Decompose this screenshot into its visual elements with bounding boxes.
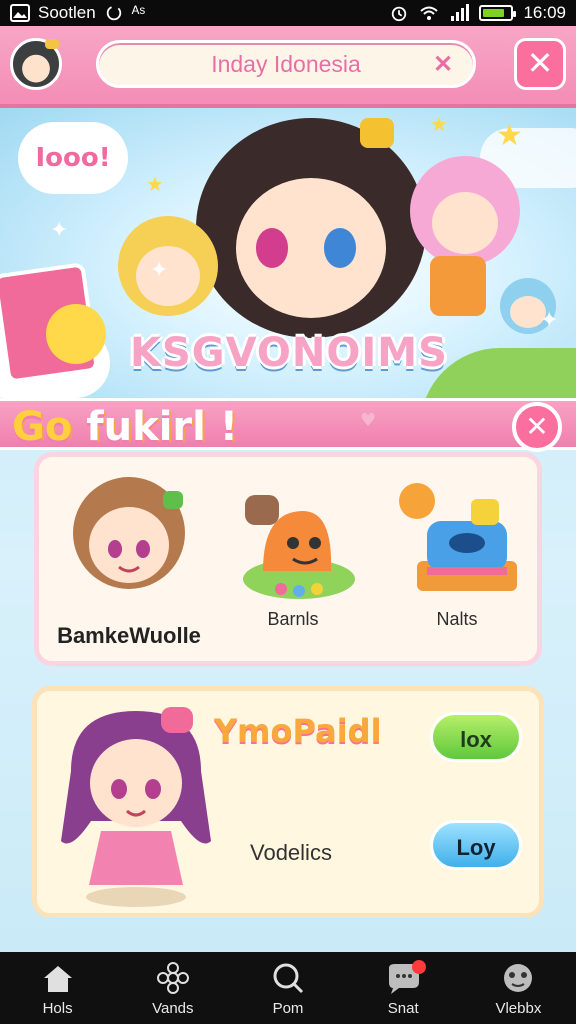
- wifi-icon: [420, 6, 439, 20]
- nav-label: Hols: [42, 1000, 73, 1017]
- nav-label: Vands: [152, 1000, 194, 1017]
- nav-item-chat[interactable]: Snat: [346, 952, 461, 1024]
- bow-icon: [45, 39, 59, 49]
- featured-subtitle: Vodelics: [250, 840, 332, 865]
- nav-item-vands[interactable]: Vands: [115, 952, 230, 1024]
- sun-mascot: [46, 304, 106, 364]
- section-title-prefix: Go: [12, 404, 73, 450]
- search-input[interactable]: Inday Idonesia ✕: [96, 40, 476, 88]
- character-face: [432, 192, 498, 254]
- alarm-icon: [392, 6, 407, 22]
- section-close-button[interactable]: ✕: [512, 402, 562, 452]
- sparkle-icon: ✦: [50, 218, 69, 243]
- status-left-text: Sootlen: [38, 3, 96, 22]
- nav-item-home[interactable]: Hols: [0, 952, 115, 1024]
- orange-dress: [430, 256, 486, 316]
- status-time: 16:09: [523, 3, 566, 22]
- sparkle-icon: ✦: [150, 258, 169, 283]
- status-bar: Sootlen ᴬˢ 16:09: [0, 0, 576, 26]
- cash-register-icon: [399, 483, 517, 591]
- profile-avatar[interactable]: [10, 38, 62, 90]
- image-notification-icon: [10, 4, 30, 22]
- secondary-action-button[interactable]: Loy: [430, 820, 522, 870]
- character-eye: [256, 228, 289, 268]
- character-eye: [324, 228, 357, 268]
- heart-icon: ♥: [360, 410, 377, 431]
- section-title: Go fukirl !: [12, 404, 238, 450]
- grid-item[interactable]: Nalts: [373, 457, 541, 671]
- grid-item-label: Barnls: [267, 609, 319, 629]
- section-title-rest: fukirl !: [72, 404, 239, 450]
- star-icon: ★: [146, 172, 164, 196]
- nav-item-vlebbx[interactable]: Vlebbx: [461, 952, 576, 1024]
- hero-title: KSGVONOIMS: [130, 330, 448, 376]
- grid-item-label: Nalts: [436, 609, 478, 629]
- hero-banner[interactable]: Iooo! ★ ★ ★ ✦ ✦ ✦ KSGVONOIMS: [0, 108, 576, 400]
- featured-character-icon: [61, 707, 211, 907]
- main-character: [196, 118, 426, 338]
- featured-title: YmoPaidl: [214, 712, 382, 750]
- battery-icon: [479, 5, 517, 21]
- nav-label: Pom: [272, 1000, 304, 1017]
- clear-icon[interactable]: ✕: [431, 53, 455, 77]
- home-icon: [43, 966, 72, 992]
- bow-icon: [360, 118, 394, 148]
- slime-monster-icon: [243, 495, 355, 599]
- search-value: Inday Idonesia: [211, 50, 361, 77]
- star-icon: ★: [430, 112, 448, 136]
- speech-bubble: Iooo!: [18, 122, 128, 194]
- top-bar: Inday Idonesia ✕ ✕: [0, 26, 576, 108]
- sparkle-icon: ✦: [540, 308, 559, 333]
- globe-icon: [504, 964, 533, 992]
- nav-label: Vlebbx: [495, 1000, 542, 1017]
- flower-icon: [156, 962, 189, 994]
- bottom-nav: Hols Vands Pom Snat Vlebbx: [0, 952, 576, 1024]
- primary-action-button[interactable]: lox: [430, 712, 522, 762]
- grid-item-label: BamkeWuolle: [57, 623, 201, 648]
- sync-icon: [106, 5, 121, 21]
- speech-text: Iooo!: [35, 143, 111, 173]
- notification-badge: [412, 960, 427, 974]
- status-left-symbol: ᴬˢ: [131, 3, 146, 22]
- nav-item-search[interactable]: Pom: [230, 952, 345, 1024]
- signal-icon: [451, 4, 470, 21]
- girl-avatar-icon: [73, 477, 185, 589]
- grid-item[interactable]: Barnls: [209, 457, 377, 671]
- side-character-pink: [410, 156, 520, 266]
- grid-item[interactable]: BamkeWuolle: [45, 457, 213, 671]
- star-icon: ★: [496, 118, 523, 153]
- nav-label: Snat: [387, 1000, 419, 1017]
- category-card: BamkeWuolle Barnls Nalts: [34, 452, 542, 666]
- search-icon: [273, 963, 304, 994]
- close-button[interactable]: ✕: [514, 38, 566, 90]
